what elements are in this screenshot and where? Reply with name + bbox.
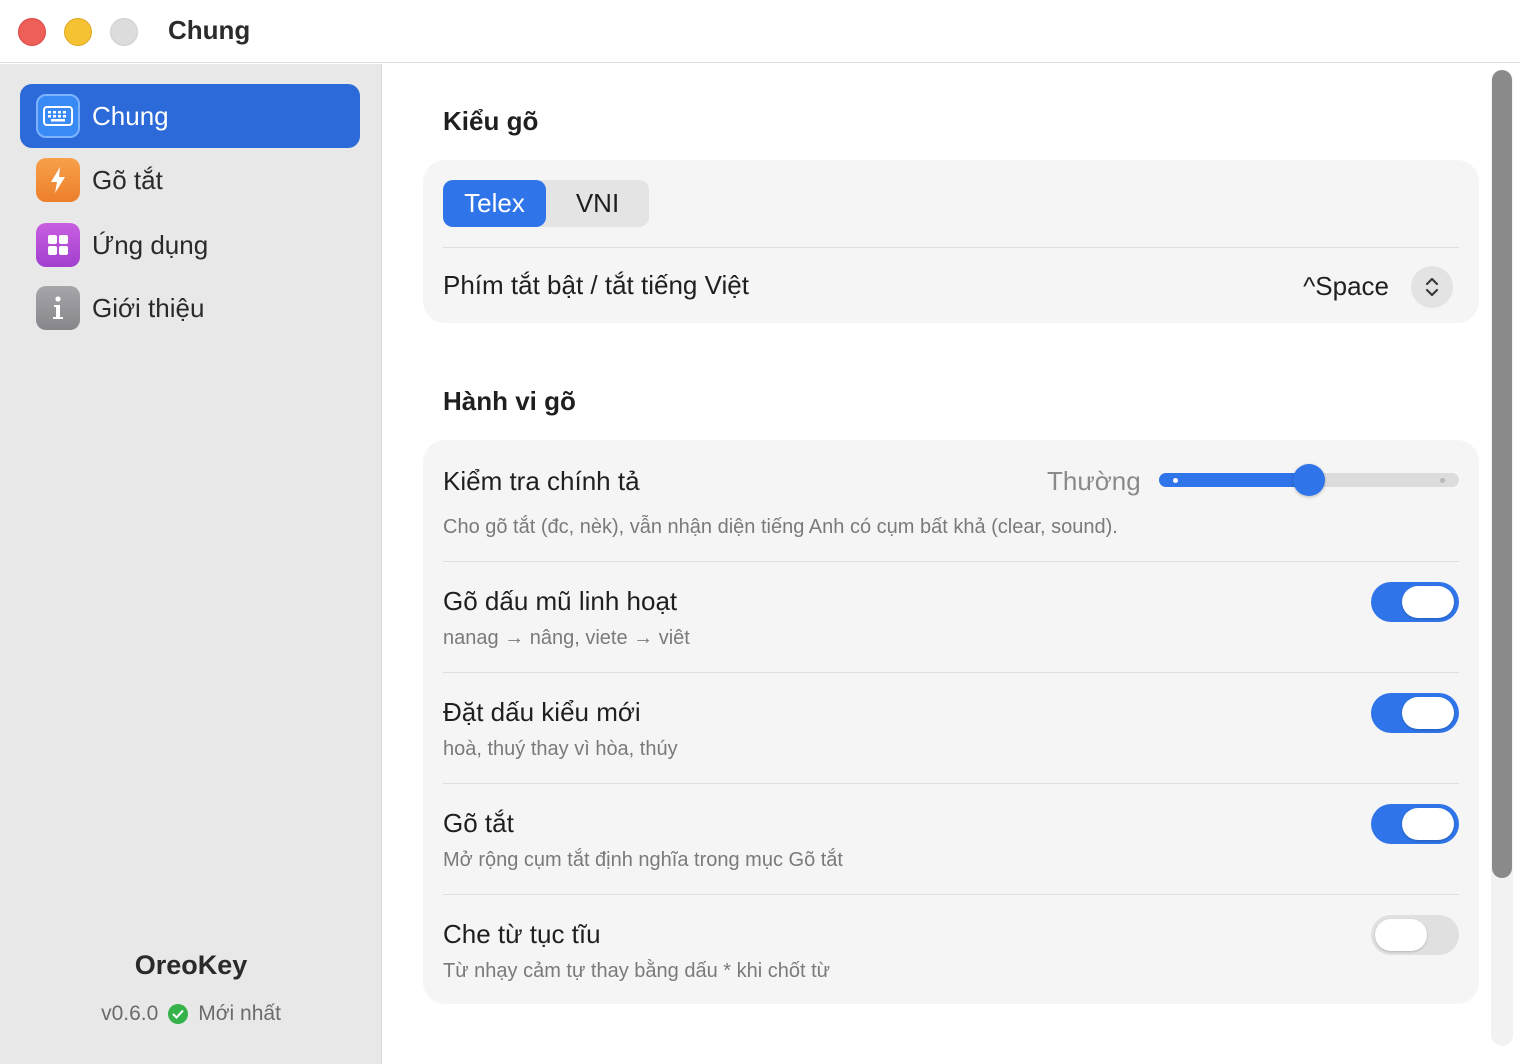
spellcheck-level-label: Thường bbox=[1047, 466, 1141, 496]
app-window: Chung Chung Gõ tắt Ứng dụng Giới thiệu O… bbox=[0, 0, 1520, 1064]
slider-tick bbox=[1440, 478, 1445, 483]
vni-option[interactable]: VNI bbox=[546, 180, 649, 227]
section-title-behavior: Hành vi gõ bbox=[443, 386, 576, 416]
behavior-card: Kiểm tra chính tả Thường Cho gõ tắt (đc,… bbox=[423, 440, 1479, 1004]
sidebar-item-general[interactable]: Chung bbox=[20, 84, 360, 148]
zoom-window-button[interactable] bbox=[110, 18, 138, 46]
profanity-filter-toggle[interactable] bbox=[1371, 915, 1459, 955]
toggle-vietnamese-shortcut-label: Phím tắt bật / tắt tiếng Việt bbox=[443, 270, 749, 300]
scrollbar-thumb[interactable] bbox=[1492, 70, 1512, 878]
spellcheck-label: Kiểm tra chính tả bbox=[443, 466, 640, 496]
toggle-knob bbox=[1375, 919, 1427, 951]
sidebar-item-about[interactable]: Giới thiệu bbox=[20, 276, 360, 340]
slider-fill bbox=[1159, 473, 1309, 487]
sidebar-item-apps[interactable]: Ứng dụng bbox=[20, 213, 360, 277]
telex-option[interactable]: Telex bbox=[443, 180, 546, 227]
divider bbox=[443, 783, 1459, 784]
sidebar-item-label: Chung bbox=[92, 100, 169, 131]
typing-mode-segmented-control: Telex VNI bbox=[443, 180, 649, 227]
flexible-circumflex-toggle[interactable] bbox=[1371, 582, 1459, 622]
profanity-filter-label: Che từ tục tĩu bbox=[443, 919, 601, 949]
section-title-typing-mode: Kiểu gõ bbox=[443, 106, 539, 136]
sidebar-item-label: Gõ tắt bbox=[92, 164, 163, 195]
divider bbox=[443, 561, 1459, 562]
flexible-circumflex-description: nanag → nâng, viete → viêt bbox=[443, 627, 690, 649]
main-panel: Kiểu gõ Telex VNI Phím tắt bật / tắt tiế… bbox=[383, 64, 1520, 1064]
bolt-icon bbox=[36, 158, 80, 202]
checkmark-icon bbox=[168, 1004, 189, 1024]
shortcut-expansion-description: Mở rộng cụm tắt định nghĩa trong mục Gõ … bbox=[443, 849, 843, 871]
divider bbox=[443, 672, 1459, 673]
sidebar-item-label: Giới thiệu bbox=[92, 292, 205, 323]
sidebar-item-shortcuts[interactable]: Gõ tắt bbox=[20, 148, 360, 212]
spellcheck-description: Cho gõ tắt (đc, nèk), vẫn nhận diện tiến… bbox=[443, 516, 1118, 538]
typing-mode-card: Telex VNI Phím tắt bật / tắt tiếng Việt … bbox=[423, 160, 1479, 323]
chevron-up-down-icon bbox=[1425, 277, 1439, 297]
profanity-filter-description: Từ nhạy cảm tự thay bằng dấu * khi chốt … bbox=[443, 960, 831, 982]
shortcut-expansion-label: Gõ tắt bbox=[443, 808, 514, 838]
new-tone-style-description: hoà, thuý thay vì hòa, thúy bbox=[443, 738, 678, 760]
spellcheck-level-slider[interactable] bbox=[1159, 464, 1459, 496]
new-tone-style-label: Đặt dấu kiểu mới bbox=[443, 697, 641, 727]
info-icon bbox=[36, 286, 80, 330]
flexible-circumflex-label: Gõ dấu mũ linh hoạt bbox=[443, 586, 678, 616]
scrollbar[interactable] bbox=[1491, 70, 1513, 1046]
keyboard-icon bbox=[36, 94, 80, 138]
shortcut-expansion-toggle[interactable] bbox=[1371, 804, 1459, 844]
update-status-text: Mới nhất bbox=[198, 1002, 281, 1025]
sidebar-item-label: Ứng dụng bbox=[92, 229, 209, 260]
slider-thumb[interactable] bbox=[1293, 464, 1325, 496]
toggle-knob bbox=[1402, 808, 1454, 840]
window-title: Chung bbox=[168, 15, 251, 45]
minimize-window-button[interactable] bbox=[64, 18, 92, 46]
toggle-knob bbox=[1402, 586, 1454, 618]
apps-grid-icon bbox=[36, 223, 80, 267]
toggle-knob bbox=[1402, 697, 1454, 729]
sidebar: Chung Gõ tắt Ứng dụng Giới thiệu OreoKey… bbox=[0, 64, 382, 1064]
version-status: v0.6.0 Mới nhất bbox=[0, 1002, 382, 1026]
app-brand-name: OreoKey bbox=[134, 950, 248, 980]
divider bbox=[443, 894, 1459, 895]
title-bar: Chung bbox=[0, 0, 1520, 63]
new-tone-style-toggle[interactable] bbox=[1371, 693, 1459, 733]
slider-tick bbox=[1173, 478, 1178, 483]
shortcut-value[interactable]: ^Space bbox=[1303, 271, 1389, 302]
divider bbox=[443, 247, 1459, 248]
shortcut-stepper[interactable] bbox=[1411, 266, 1453, 308]
close-window-button[interactable] bbox=[18, 18, 46, 46]
version-text: v0.6.0 bbox=[101, 1002, 159, 1025]
